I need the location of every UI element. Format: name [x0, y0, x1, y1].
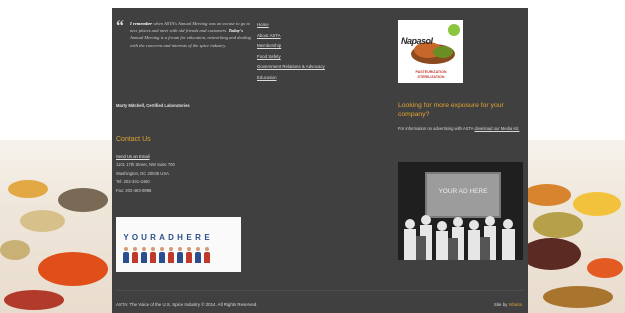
contact-title: Contact Us [116, 136, 151, 143]
ad-banner-letters: YOURADHERE [122, 232, 211, 242]
fax: Fax: 202-463-8998 [116, 187, 152, 193]
address-line-1: 1101 17th Street, NW Suite 700 [116, 162, 175, 168]
people-banner-icon [122, 247, 211, 263]
ad-banner-letter: U [141, 232, 147, 242]
send-email-link[interactable]: Send Us an Email [116, 153, 246, 161]
ad-banner-letter: O [131, 232, 139, 242]
your-ad-here-photo[interactable]: YOUR AD HERE [398, 162, 523, 260]
exposure-text: For information on advertising with ASTA… [398, 125, 523, 133]
person-figure-icon [194, 247, 202, 263]
site-credit: Site by Infanta [494, 302, 522, 307]
ad-banner-letter: E [204, 232, 210, 242]
sponsor-logo[interactable]: Napasol PASTEURIZATION STERILIZATION [398, 20, 463, 83]
person-figure-icon [176, 247, 184, 263]
footer-divider [116, 290, 524, 291]
contact-info: Send Us an Email 1101 17th Street, NW Su… [116, 153, 246, 195]
sponsor-tagline: PASTEURIZATION STERILIZATION [402, 70, 460, 79]
ad-banner-letter: R [195, 232, 201, 242]
quote-today: Today's [228, 28, 243, 34]
crowd-silhouette [404, 215, 515, 260]
media-kit-link[interactable]: download our Media Kit. [475, 126, 520, 131]
exposure-body: For information on advertising with ASTA [398, 126, 475, 131]
nav-membership[interactable]: Membership [257, 41, 325, 52]
address-line-2: Washington, DC 20036 USA [116, 170, 169, 176]
spice-decoration-right [513, 140, 625, 313]
nav-home[interactable]: Home [257, 20, 325, 31]
sponsor-name: Napasol [401, 36, 433, 46]
ad-banner-letter: E [186, 232, 192, 242]
person-figure-icon [122, 247, 130, 263]
nav-education[interactable]: Education [257, 73, 325, 84]
testimonial-author: Marty Mitchell, Certified Laboratories [116, 103, 190, 108]
person-figure-icon [131, 247, 139, 263]
person-figure-icon [185, 247, 193, 263]
person-figure-icon [203, 247, 211, 263]
quote-icon: “ [116, 18, 124, 35]
ad-banner-letter: H [177, 232, 183, 242]
ad-banner-letter: Y [123, 232, 129, 242]
telephone: Tel: 202-331-2460 [116, 179, 150, 185]
nav-government-relations[interactable]: Government Relations & Advocacy [257, 62, 325, 73]
nav-about-asta[interactable]: About ASTA [257, 31, 325, 42]
quote-part2: Annual Meeting is a forum for education,… [130, 35, 251, 48]
person-figure-icon [140, 247, 148, 263]
copyright-text: ASTA: The Voice of the U.S. Spice Indust… [116, 302, 258, 307]
person-figure-icon [167, 247, 175, 263]
nav-food-safety[interactable]: Food Safety [257, 52, 325, 63]
your-ad-here-banner[interactable]: YOURADHERE [116, 217, 241, 272]
ad-banner-letter: R [150, 232, 156, 242]
quote-lead: I remember [130, 21, 153, 26]
footer-panel: “ I remember when ASTA's Annual Meeting … [112, 8, 528, 313]
site-by-label: Site by [493, 302, 509, 307]
spice-decoration-left [0, 140, 112, 313]
testimonial-quote: I remember when ASTA's Annual Meeting wa… [130, 20, 254, 49]
footer-nav: Home About ASTA Membership Food Safety G… [257, 20, 325, 84]
ad-banner-letter: D [168, 232, 174, 242]
sponsor-tagline-2: STERILIZATION [417, 74, 445, 79]
exposure-title: Looking for more exposure for your compa… [398, 102, 504, 118]
person-figure-icon [149, 247, 157, 263]
person-figure-icon [158, 247, 166, 263]
ad-banner-letter: A [159, 232, 165, 242]
site-by-brand-link[interactable]: Infanta [509, 302, 522, 307]
